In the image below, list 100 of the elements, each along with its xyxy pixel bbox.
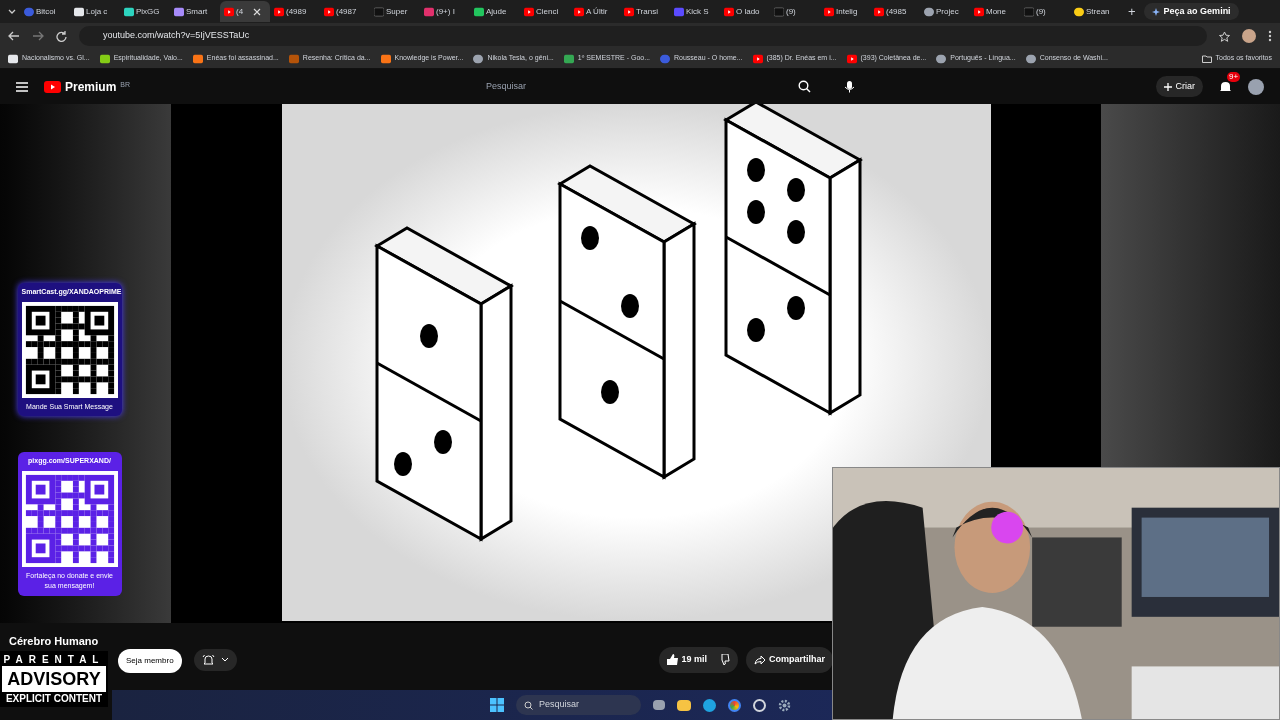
browser-icon[interactable] xyxy=(728,698,741,712)
advisory-text: EXPLICIT CONTENT xyxy=(4,691,104,705)
plus-icon xyxy=(1163,82,1172,91)
site-icon xyxy=(224,6,234,17)
browser-tab[interactable]: O lado xyxy=(720,1,770,22)
site-icon xyxy=(924,6,934,17)
menu-icon[interactable] xyxy=(16,81,28,92)
profile-avatar[interactable] xyxy=(1242,29,1256,43)
site-icon xyxy=(752,53,763,64)
share-button[interactable]: Compartilhar xyxy=(746,647,834,673)
record-icon[interactable] xyxy=(753,698,766,712)
browser-tab[interactable]: (9) xyxy=(1020,1,1070,22)
browser-tab[interactable]: (4 xyxy=(220,1,270,22)
channel-name[interactable]: Cérebro Humano xyxy=(9,635,99,649)
qr-code-icon xyxy=(21,470,118,567)
browser-icon[interactable] xyxy=(703,698,716,712)
star-icon[interactable] xyxy=(1219,30,1230,42)
join-button[interactable]: Seja membro xyxy=(118,649,182,673)
site-icon xyxy=(563,53,574,64)
site-icon xyxy=(424,6,434,17)
site-icon xyxy=(574,6,584,17)
browser-tab[interactable]: Kick S xyxy=(670,1,720,22)
browser-tab[interactable]: Mone xyxy=(970,1,1020,22)
reload-icon[interactable] xyxy=(56,30,67,42)
forward-icon[interactable] xyxy=(32,31,44,41)
search-field[interactable]: Pesquisar xyxy=(486,79,787,94)
youtube-logo-icon[interactable] xyxy=(44,80,61,93)
folder-icon[interactable] xyxy=(677,699,691,711)
browser-tab[interactable]: (4985 xyxy=(870,1,920,22)
new-tab-button[interactable]: + xyxy=(1120,1,1144,22)
logo-text: Premium xyxy=(65,80,117,93)
browser-tab[interactable]: Projec xyxy=(920,1,970,22)
windows-icon[interactable] xyxy=(490,698,504,712)
notification-button[interactable] xyxy=(193,649,237,671)
qr-code-icon xyxy=(21,301,118,398)
browser-tab[interactable]: A Últir xyxy=(570,1,620,22)
menu-icon[interactable] xyxy=(1268,30,1272,42)
caret-icon xyxy=(220,657,229,663)
site-icon xyxy=(1024,6,1034,17)
notification-badge: 9+ xyxy=(1227,71,1241,82)
site-icon xyxy=(524,6,534,17)
gemini-button[interactable]: Peça ao Gemini xyxy=(1143,2,1239,21)
site-icon xyxy=(473,53,484,64)
like-button[interactable]: 19 mil xyxy=(666,653,708,667)
close-icon[interactable] xyxy=(253,7,262,16)
site-icon xyxy=(1025,53,1036,64)
browser-tab[interactable]: Cienci xyxy=(520,1,570,22)
back-icon[interactable] xyxy=(8,31,20,41)
avatar[interactable] xyxy=(1248,78,1264,95)
site-icon xyxy=(674,6,684,17)
create-button[interactable]: Criar xyxy=(1155,75,1203,98)
browser-tab[interactable]: (9) xyxy=(770,1,820,22)
browser-tab[interactable]: Transi xyxy=(620,1,670,22)
site-icon xyxy=(124,6,134,17)
site-icon xyxy=(474,6,484,17)
task-view-icon[interactable] xyxy=(653,700,665,710)
browser-tab[interactable]: (9+) I xyxy=(420,1,470,22)
site-icon xyxy=(374,6,384,17)
site-icon xyxy=(624,6,634,17)
site-icon xyxy=(974,6,984,17)
thumbs-up-icon xyxy=(666,654,678,666)
browser-tab[interactable]: Strean xyxy=(1070,1,1120,22)
browser-tab[interactable]: Super xyxy=(370,1,420,22)
browser-tab[interactable]: Ajude xyxy=(470,1,520,22)
site-icon xyxy=(1074,6,1084,17)
bell-icon xyxy=(201,653,215,667)
site-icon xyxy=(936,53,947,64)
browser-tab[interactable]: (4987 xyxy=(320,1,370,22)
browser-tab[interactable]: Loja c xyxy=(70,1,120,22)
site-icon xyxy=(24,6,34,17)
settings-icon[interactable] xyxy=(778,698,791,712)
search-icon[interactable] xyxy=(798,80,812,93)
site-icon xyxy=(192,53,203,64)
site-icon xyxy=(824,6,834,17)
browser-tab[interactable]: (4989 xyxy=(270,1,320,22)
sparkle-icon xyxy=(1151,7,1160,16)
site-icon xyxy=(846,53,857,64)
site-icon xyxy=(324,6,334,17)
advisory-text: ADVISORY xyxy=(2,665,106,692)
microphone-icon[interactable] xyxy=(843,80,857,93)
site-icon xyxy=(99,53,110,64)
thumbs-down-icon[interactable] xyxy=(719,654,731,666)
site-icon xyxy=(8,53,18,64)
browser-tab[interactable]: Bitcoi xyxy=(20,1,70,22)
browser-tab[interactable]: Smart xyxy=(170,1,220,22)
site-icon xyxy=(274,6,284,17)
bell-icon[interactable] xyxy=(1219,79,1232,94)
browser-tab[interactable]: Intelig xyxy=(820,1,870,22)
site-icon xyxy=(874,6,884,17)
site-icon xyxy=(724,6,734,17)
site-icon xyxy=(174,6,184,17)
share-icon xyxy=(754,654,766,665)
site-icon xyxy=(380,53,391,64)
folder-icon xyxy=(1201,54,1212,63)
browser-tab[interactable]: PixGG xyxy=(120,1,170,22)
address-field[interactable]: youtube.com/watch?v=5IjVESSTaUc xyxy=(79,26,1207,46)
site-icon xyxy=(288,53,299,64)
site-icon xyxy=(774,6,784,17)
advisory-text: PARENTAL xyxy=(2,652,106,666)
taskbar-search-field[interactable]: Pesquisar xyxy=(516,695,641,715)
